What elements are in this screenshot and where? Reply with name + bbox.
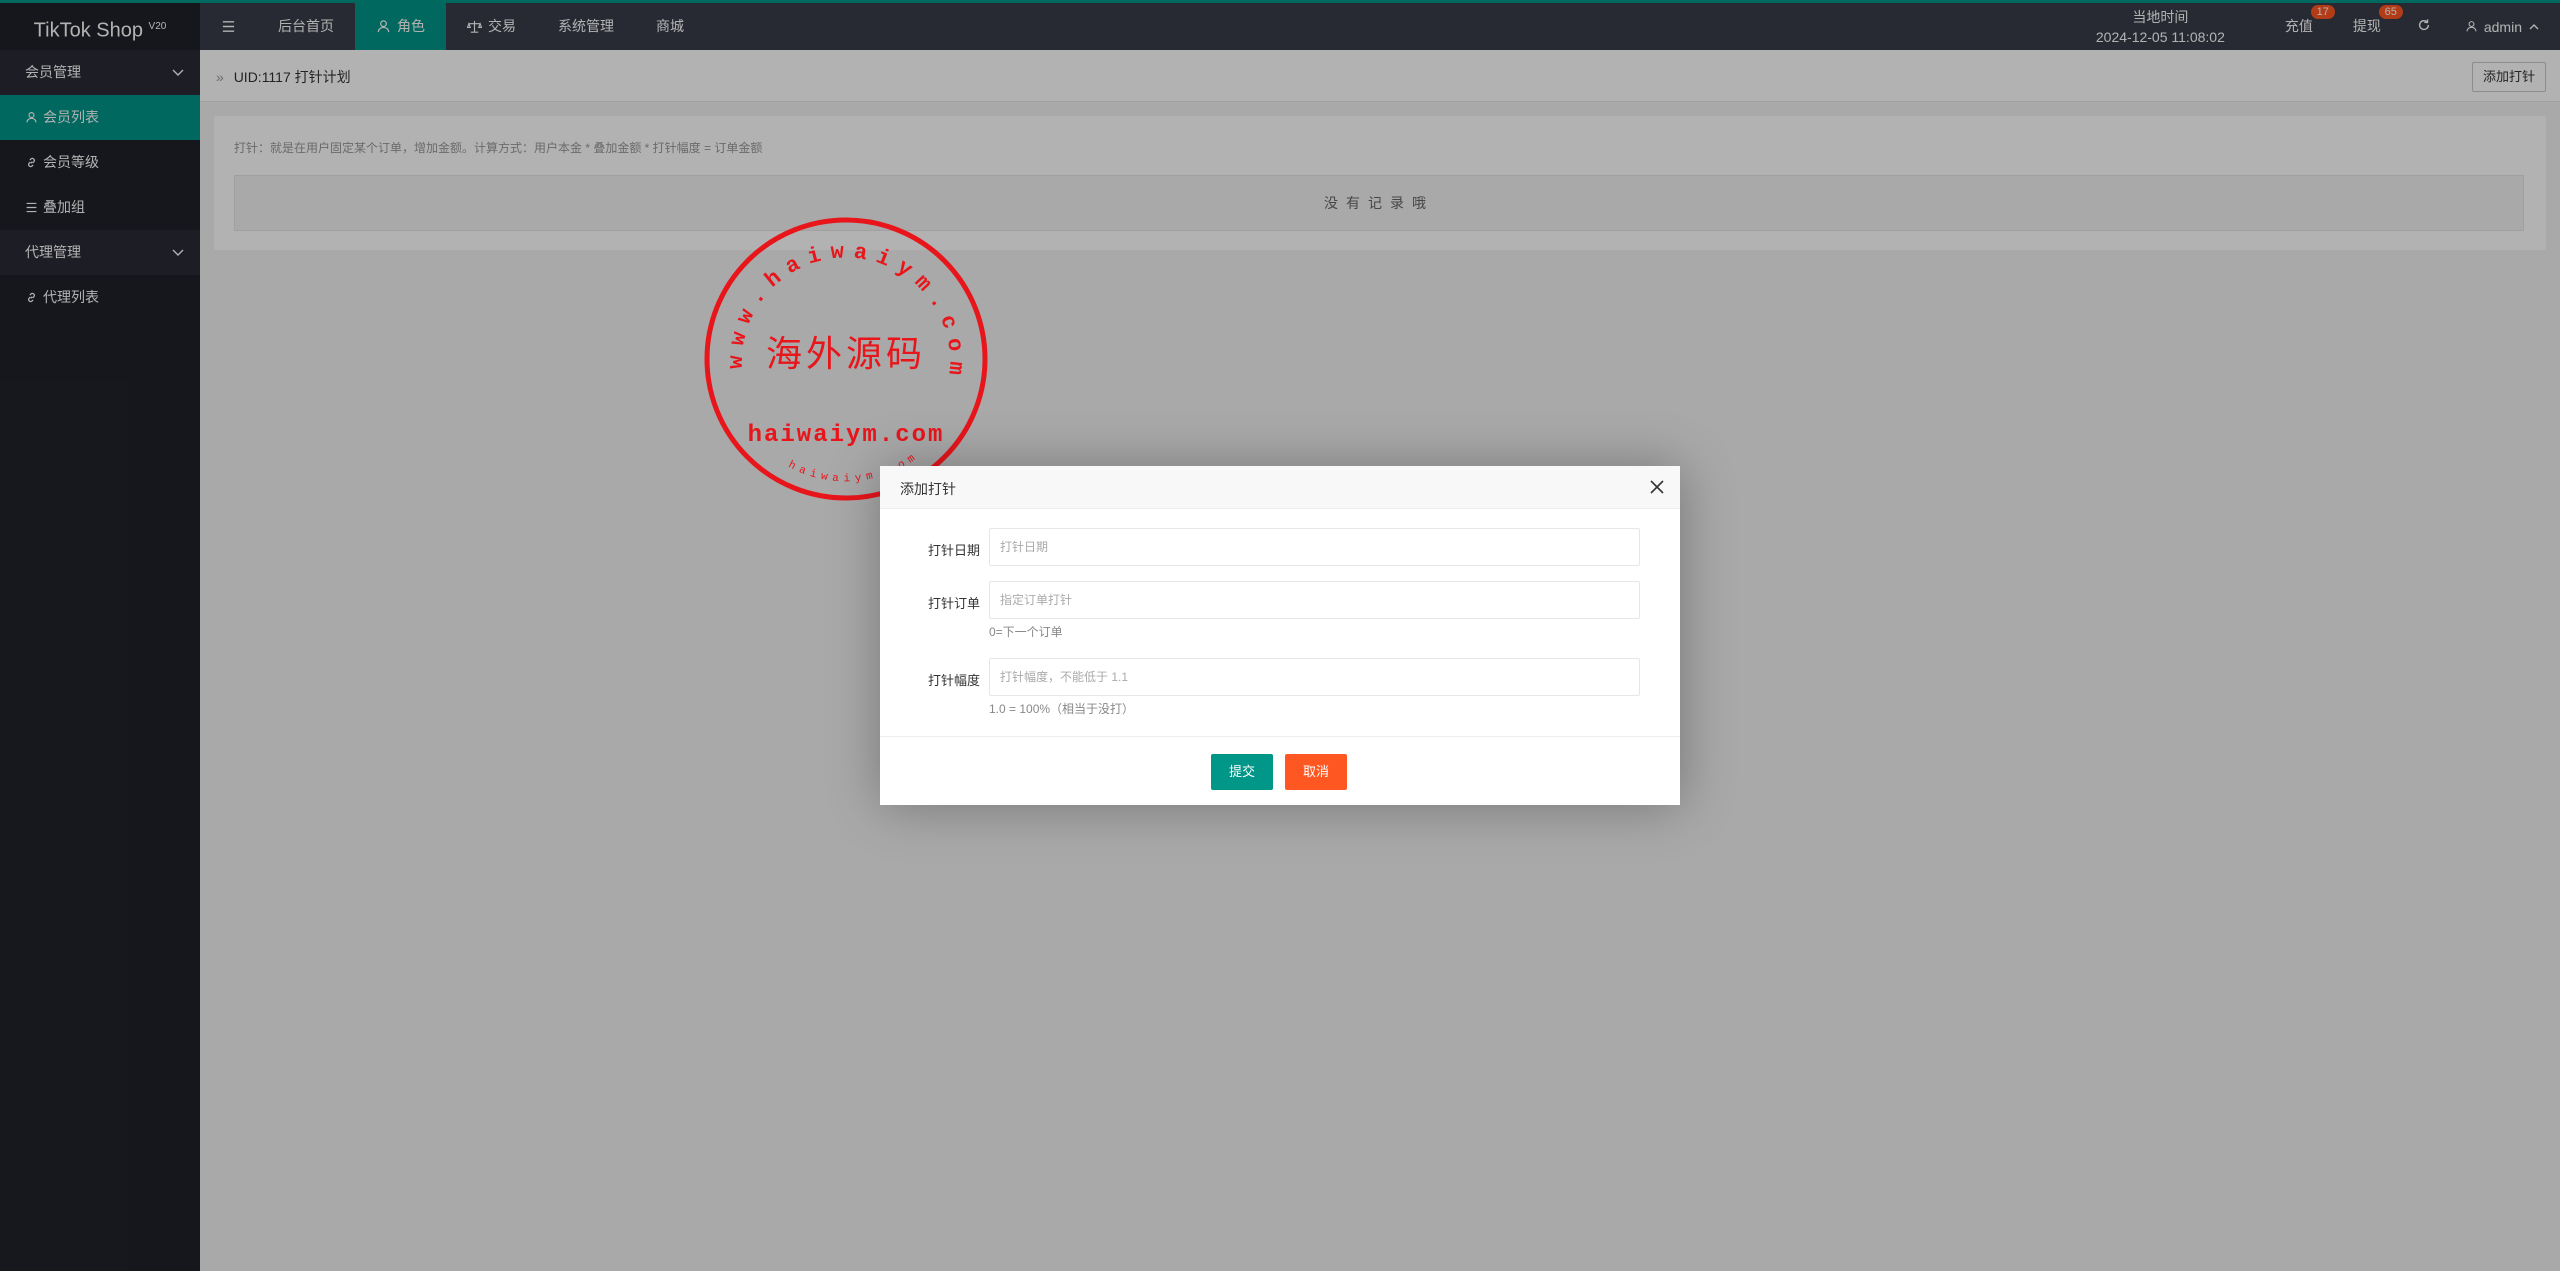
watermark-stamp: www.haiwaiym.com 海外源码 haiwaiym.com haiwa… <box>704 217 988 501</box>
add-injection-modal: 添加打针 打针日期 打针订单 0=下一个订单 打针幅度 1.0 = 100%（相… <box>880 466 1680 805</box>
field-label: 打针幅度 <box>927 673 980 688</box>
stamp-center-text: 海外源码 <box>766 334 926 375</box>
submit-button[interactable]: 提交 <box>1211 754 1274 790</box>
close-icon[interactable] <box>1650 480 1664 494</box>
field-label: 打针日期 <box>927 543 980 558</box>
date-input[interactable] <box>989 528 1640 566</box>
order-input[interactable] <box>989 581 1640 619</box>
modal-header: 添加打针 <box>880 466 1680 509</box>
field-hint: 1.0 = 100%（相当于没打） <box>989 702 1135 716</box>
cancel-button[interactable]: 取消 <box>1285 754 1348 790</box>
field-hint: 0=下一个订单 <box>989 625 1063 639</box>
modal-footer: 提交 取消 <box>880 736 1680 805</box>
amplitude-input[interactable] <box>989 658 1640 696</box>
modal-title: 添加打针 <box>900 481 956 497</box>
stamp-domain-text: haiwaiym.com <box>748 422 945 449</box>
field-label: 打针订单 <box>927 596 980 611</box>
